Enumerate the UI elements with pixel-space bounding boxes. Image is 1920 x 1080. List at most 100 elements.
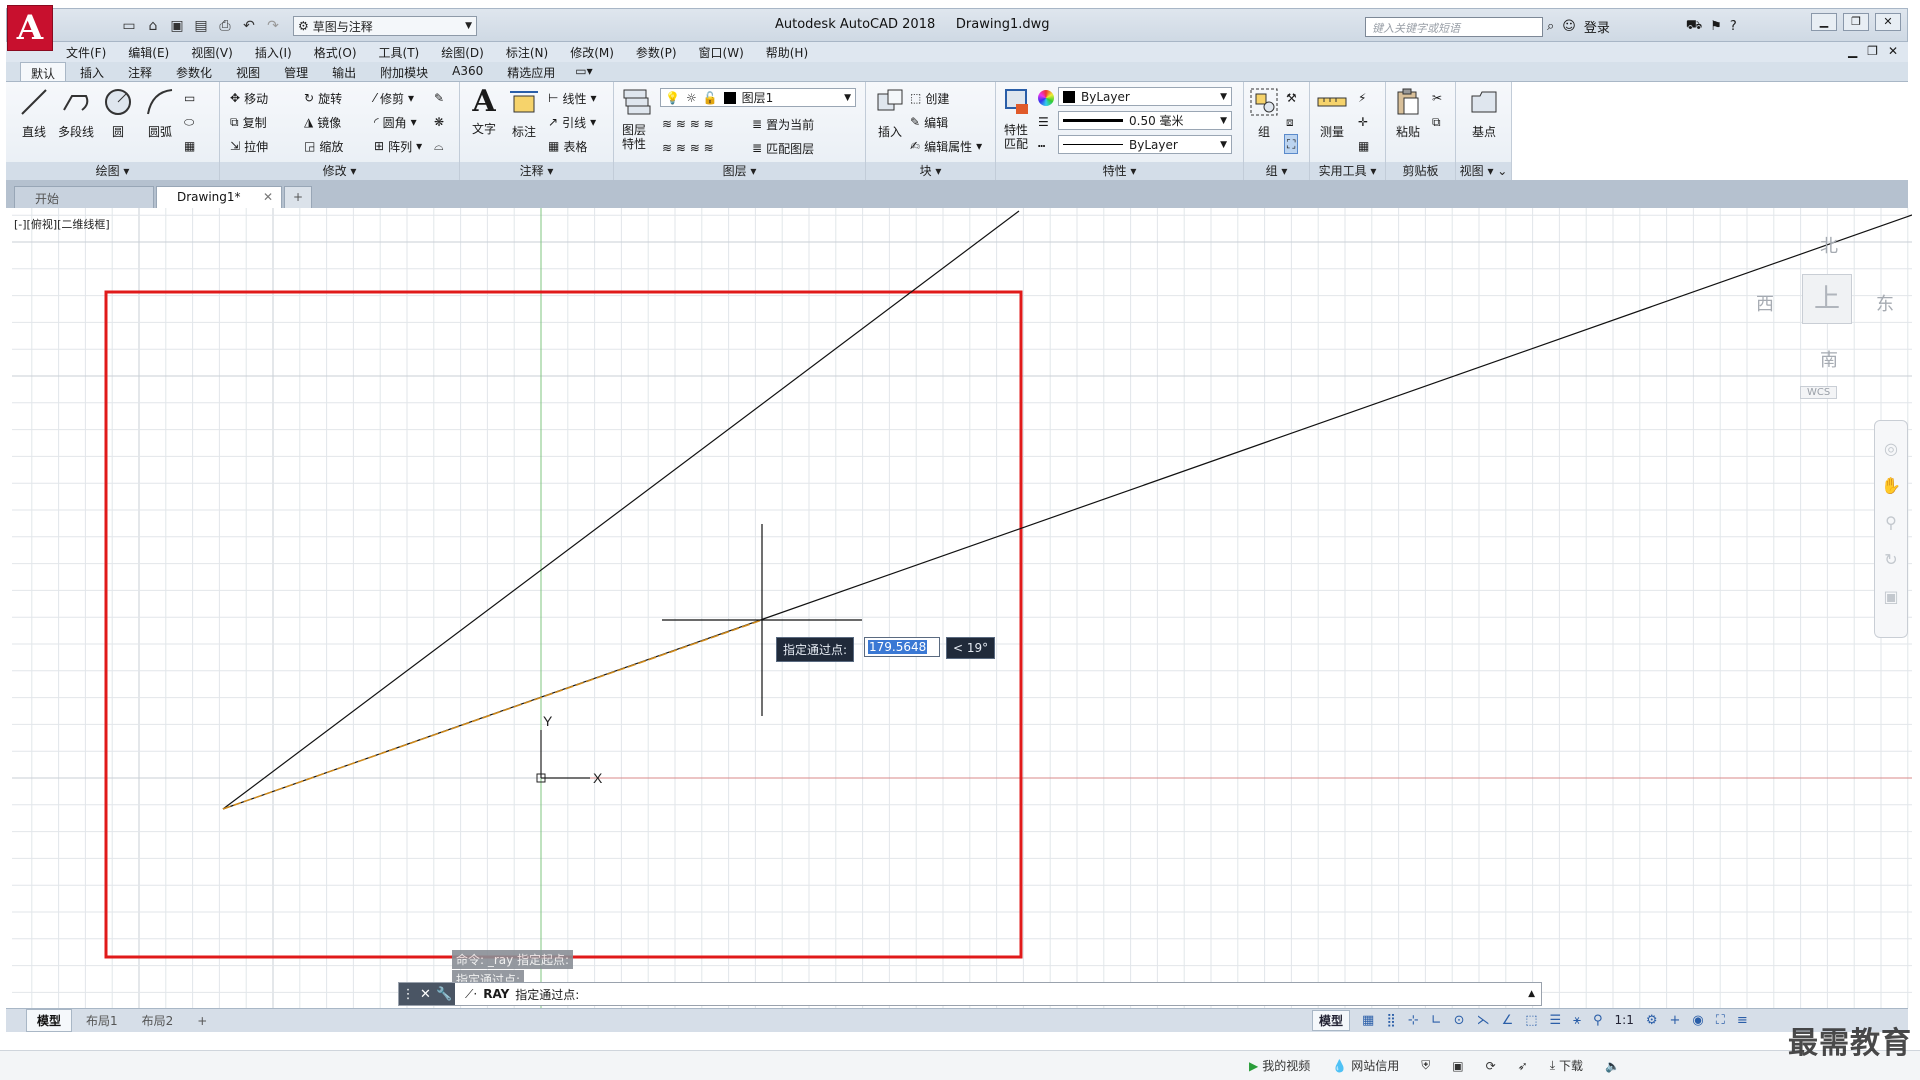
layer-properties-tool[interactable]: 图层特性 xyxy=(618,86,654,151)
viewcube-top-face[interactable]: 上 xyxy=(1802,274,1852,324)
rocket-icon[interactable]: ➶ xyxy=(1518,1059,1528,1073)
sound-icon[interactable]: 🔈 xyxy=(1605,1059,1620,1073)
menu-file[interactable]: 文件(F) xyxy=(66,44,106,61)
annotation-scale-value[interactable]: 1:1 xyxy=(1615,1013,1634,1027)
block-panel-title[interactable]: 块 ▾ xyxy=(866,162,995,180)
login-button[interactable]: 登录 xyxy=(1584,17,1610,36)
command-line[interactable]: ⋮ ✕ 🔧 ⟋· RAY 指定通过点: ▲ xyxy=(398,982,1542,1006)
point-icon[interactable]: ✛ xyxy=(1358,112,1368,132)
copy-tool[interactable]: ⧉ 复制 xyxy=(230,112,267,132)
grid-icon[interactable]: ▦ xyxy=(1362,1013,1374,1028)
circle-tool[interactable]: 圆 xyxy=(100,86,136,140)
tab-layout2[interactable]: 布局2 xyxy=(132,1010,184,1031)
model-space-toggle[interactable]: 模型 xyxy=(1312,1009,1351,1031)
undo-icon[interactable]: ↶ xyxy=(239,16,259,36)
tab-a360[interactable]: A360 xyxy=(442,62,493,81)
view-cube[interactable]: 北 西 东 南 上 WCS xyxy=(1752,218,1894,399)
polyline-tool[interactable]: 多段线 xyxy=(58,86,94,140)
match-layer-tool[interactable]: ≣ 匹配图层 xyxy=(752,138,814,158)
move-tool[interactable]: ✥ 移动 xyxy=(230,88,268,108)
base-point-tool[interactable]: 基点 xyxy=(1466,86,1502,140)
refresh-icon[interactable]: ⟳ xyxy=(1486,1059,1496,1073)
layer-select[interactable]: 💡 ☼ 🔓 图层1 ▼ xyxy=(660,88,856,107)
ellipse-tool[interactable]: ⬭ xyxy=(184,112,194,132)
menu-window[interactable]: 窗口(W) xyxy=(699,44,744,61)
viewcube-south[interactable]: 南 xyxy=(1820,346,1838,372)
customize-menu-icon[interactable]: ≡ xyxy=(1737,1013,1748,1028)
doc-restore-button[interactable]: ❐ xyxy=(1867,44,1878,58)
edit-attributes-tool[interactable]: ✍ 编辑属性 ▾ xyxy=(910,136,982,156)
wrench-icon[interactable]: 🔧 xyxy=(436,987,452,1002)
exchange-icon[interactable]: ⚑ xyxy=(1710,19,1722,34)
calculator-icon[interactable]: ▦ xyxy=(1358,136,1369,156)
draw-panel-title[interactable]: 绘图 ▾ xyxy=(6,162,219,180)
plot-icon[interactable]: ⎙ xyxy=(215,16,235,36)
close-icon[interactable]: ✕ xyxy=(420,987,431,1002)
maximize-button[interactable]: ❐ xyxy=(1843,13,1869,31)
orbit-icon[interactable]: ↻ xyxy=(1875,550,1907,569)
drag-handle-icon[interactable]: ⋮ xyxy=(402,987,415,1002)
dynamic-input-angle[interactable]: < 19° xyxy=(946,637,996,659)
match-properties-tool[interactable]: 特性匹配 xyxy=(1000,86,1036,151)
open-file-icon[interactable]: ⌂ xyxy=(143,16,163,36)
arc-tool[interactable]: 圆弧 xyxy=(142,86,178,140)
help-icon[interactable]: ? xyxy=(1730,19,1737,34)
fullscreen-icon[interactable]: ⛶ xyxy=(1716,1013,1725,1028)
layer-off-tool[interactable]: ≋ ≋ ≋ ≋ xyxy=(662,114,714,134)
erase-tool[interactable]: ✎ xyxy=(434,88,444,108)
leader-tool[interactable]: ↗ 引线 ▾ xyxy=(548,112,596,132)
tab-start[interactable]: 开始 xyxy=(14,186,154,208)
settings-icon[interactable]: ⚙ xyxy=(1646,1013,1658,1028)
linear-dimension-tool[interactable]: ⊢ 线性 ▾ xyxy=(548,88,597,108)
utilities-panel-title[interactable]: 实用工具 ▾ xyxy=(1310,162,1385,180)
lineweight-select[interactable]: 0.50 毫米 ▼ xyxy=(1058,111,1232,130)
add-layout-button[interactable]: + xyxy=(187,1012,217,1030)
dynamic-input-distance[interactable]: 179.5648 xyxy=(864,637,940,657)
menu-modify[interactable]: 修改(M) xyxy=(570,44,614,61)
dimension-tool[interactable]: 标注 xyxy=(506,86,542,140)
menu-dimension[interactable]: 标注(N) xyxy=(506,44,548,61)
download-link[interactable]: ⤓ 下载 xyxy=(1550,1057,1583,1074)
close-icon[interactable]: ✕ xyxy=(263,190,273,204)
menu-edit[interactable]: 编辑(E) xyxy=(128,44,169,61)
tab-featured-apps[interactable]: 精选应用 xyxy=(497,62,565,81)
properties-panel-title[interactable]: 特性 ▾ xyxy=(996,162,1243,180)
set-current-layer-tool[interactable]: ≣ 置为当前 xyxy=(752,114,814,134)
redo-icon[interactable]: ↷ xyxy=(263,16,283,36)
snap-icon[interactable]: ⣿ xyxy=(1386,1013,1396,1028)
layers-panel-title[interactable]: 图层 ▾ xyxy=(614,162,865,180)
group-tool[interactable]: 组 xyxy=(1246,86,1282,140)
copy-clip-icon[interactable]: ⧉ xyxy=(1432,112,1441,132)
fillet-tool[interactable]: ◜ 圆角 ▾ xyxy=(374,112,417,132)
drawing-canvas[interactable]: [-][俯视][二维线框] Y X 指定通过点: 179.5648 < 19° … xyxy=(12,208,1912,1008)
polar-tracking-icon[interactable]: ⊙ xyxy=(1454,1013,1465,1028)
ray-line-1[interactable] xyxy=(222,210,1020,810)
annotation-scale-icon[interactable]: ⚲ xyxy=(1593,1013,1603,1028)
close-button[interactable]: ✕ xyxy=(1875,13,1901,31)
new-tab-button[interactable]: + xyxy=(284,186,313,208)
showmotion-icon[interactable]: ▣ xyxy=(1875,587,1907,606)
my-video-link[interactable]: ▶ 我的视频 xyxy=(1249,1057,1310,1074)
mirror-tool[interactable]: ◮ 镜像 xyxy=(304,112,341,132)
tab-model[interactable]: 模型 xyxy=(26,1009,73,1032)
group-edit-icon[interactable]: ⧈ xyxy=(1286,112,1294,132)
rotate-tool[interactable]: ↻ 旋转 xyxy=(304,88,342,108)
ungroup-icon[interactable]: ⚒ xyxy=(1286,88,1297,108)
layer-isolate-tool[interactable]: ≋ ≋ ≋ ≋ xyxy=(662,138,714,158)
tab-default[interactable]: 默认 xyxy=(20,62,67,81)
cart-icon[interactable]: ⛟ xyxy=(1686,18,1702,35)
menu-parametric[interactable]: 参数(P) xyxy=(636,44,677,61)
measure-tool[interactable]: 测量 xyxy=(1314,86,1350,140)
zoom-icon[interactable]: ⚲ xyxy=(1875,513,1907,532)
stretch-tool[interactable]: ⇲ 拉伸 xyxy=(230,136,268,156)
line-tool[interactable]: 直线 xyxy=(16,86,52,140)
create-block-tool[interactable]: ⬚ 创建 xyxy=(910,88,949,108)
annotation-panel-title[interactable]: 注释 ▾ xyxy=(460,162,613,180)
clipboard-panel-title[interactable]: 剪贴板 xyxy=(1386,162,1455,180)
wcs-menu[interactable]: WCS xyxy=(1800,386,1838,399)
menu-tools[interactable]: 工具(T) xyxy=(379,44,420,61)
insert-block-tool[interactable]: 插入 xyxy=(872,86,908,140)
infer-constraints-icon[interactable]: ⊹ xyxy=(1408,1013,1419,1028)
workspace-select[interactable]: ⚙ 草图与注释 ▼ xyxy=(293,16,477,36)
navigation-bar[interactable]: ◎ ✋ ⚲ ↻ ▣ xyxy=(1874,420,1908,638)
